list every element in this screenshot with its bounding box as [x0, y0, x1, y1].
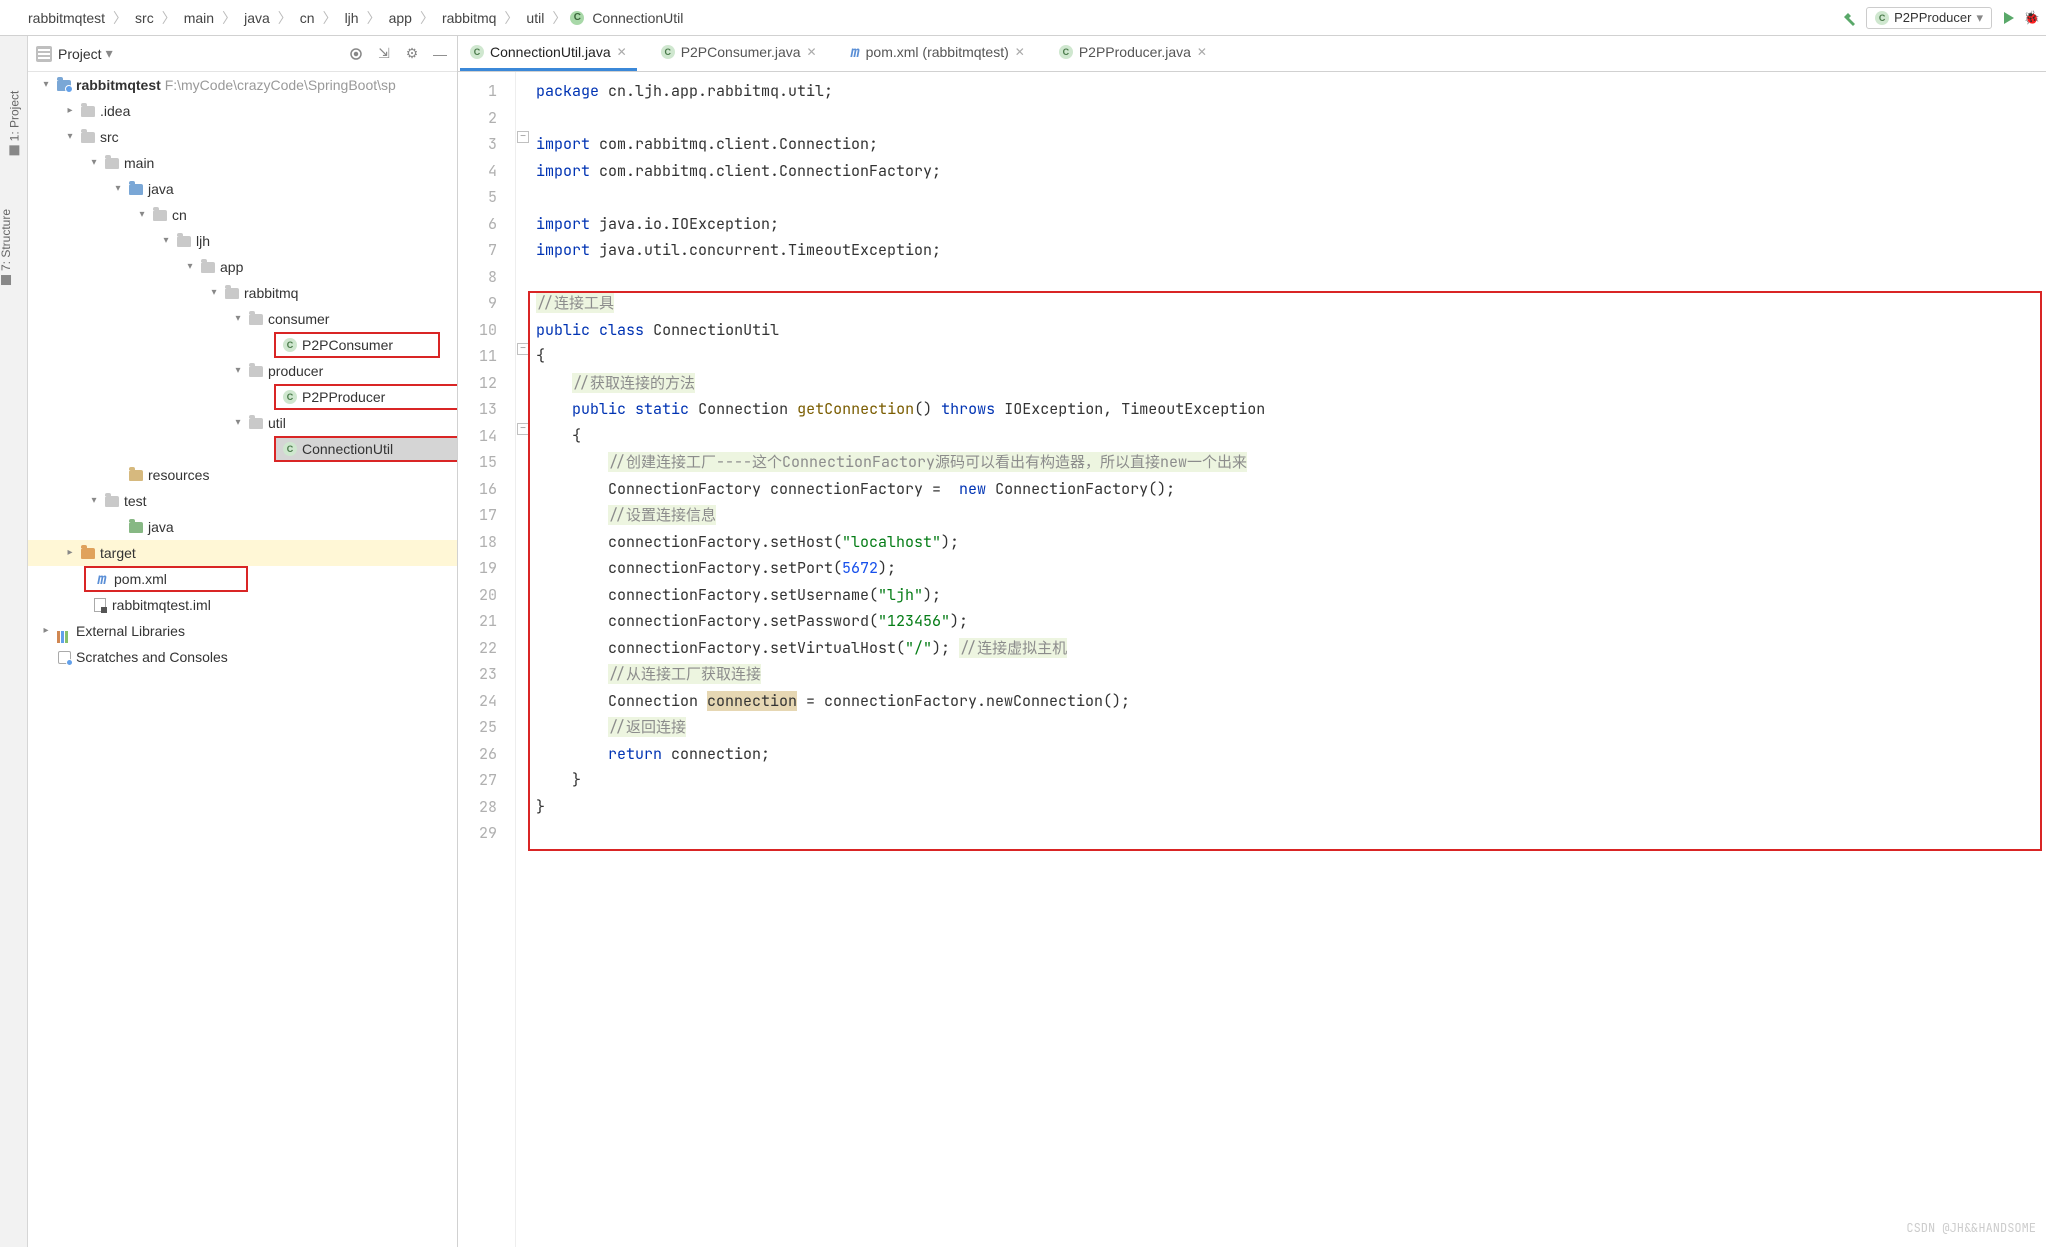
- class-icon: C: [470, 45, 484, 59]
- gear-icon[interactable]: ⚙: [403, 45, 421, 63]
- crumb-2[interactable]: main: [180, 8, 218, 28]
- crumb-1[interactable]: src: [131, 8, 158, 28]
- tab-p2pproducer[interactable]: C P2PProducer.java ✕: [1049, 36, 1217, 71]
- tree-java2[interactable]: java: [28, 514, 457, 540]
- tree-iml[interactable]: rabbitmqtest.iml: [28, 592, 457, 618]
- tree-producer[interactable]: ▾producer: [28, 358, 457, 384]
- editor-area: C ConnectionUtil.java ✕ C P2PConsumer.java ✕…: [458, 36, 2046, 1247]
- run-config-label: P2PProducer: [1894, 10, 1971, 25]
- line-gutter: 1234567891011121314151617181920212223242…: [458, 72, 516, 1247]
- fold-toggle[interactable]: −: [517, 131, 529, 143]
- tree-java[interactable]: ▾java: [28, 176, 457, 202]
- breadcrumb[interactable]: rabbitmqtest〉 src〉 main〉 java〉 cn〉 ljh〉 …: [6, 8, 1842, 28]
- tree-app[interactable]: ▾app: [28, 254, 457, 280]
- class-icon: C: [661, 45, 675, 59]
- close-icon[interactable]: ✕: [1015, 45, 1025, 59]
- tab-label: P2PProducer.java: [1079, 44, 1191, 60]
- tree-target[interactable]: ▸target: [28, 540, 457, 566]
- left-tool-strip: 1: Project 7: Structure: [0, 36, 28, 1247]
- tree-consumer[interactable]: ▾consumer: [28, 306, 457, 332]
- build-icon[interactable]: [1842, 10, 1858, 26]
- tree-root[interactable]: ▾rabbitmqtest F:\myCode\crazyCode\Spring…: [28, 72, 457, 98]
- sidebar-header: Project ▾ ⇲ ⚙ —: [28, 36, 457, 72]
- close-icon[interactable]: ✕: [1197, 45, 1207, 59]
- tree-src[interactable]: ▾src: [28, 124, 457, 150]
- maven-icon: m: [851, 43, 860, 61]
- class-icon: C: [1875, 11, 1889, 25]
- crumb-3[interactable]: java: [240, 8, 274, 28]
- close-icon[interactable]: ✕: [617, 45, 627, 59]
- project-sidebar: Project ▾ ⇲ ⚙ — ▾rabbitmqtest F:\myCode\…: [28, 36, 458, 1247]
- code-editor[interactable]: 1234567891011121314151617181920212223242…: [458, 72, 2046, 1247]
- tree-pom[interactable]: mpom.xml: [84, 566, 248, 592]
- code-content[interactable]: package cn.ljh.app.rabbitmq.util; import…: [530, 72, 2046, 1247]
- project-view-icon: [36, 46, 52, 62]
- minimize-icon[interactable]: —: [431, 45, 449, 63]
- crumb-7[interactable]: rabbitmq: [438, 8, 500, 28]
- tab-connectionutil[interactable]: C ConnectionUtil.java ✕: [460, 36, 637, 71]
- expand-all-icon[interactable]: ⇲: [375, 45, 393, 63]
- crumb-5[interactable]: ljh: [341, 8, 363, 28]
- fold-gutter[interactable]: − − −: [516, 72, 530, 1247]
- tab-label: P2PConsumer.java: [681, 44, 801, 60]
- tree-p2pconsumer[interactable]: CP2PConsumer: [274, 332, 440, 358]
- tree-resources[interactable]: resources: [28, 462, 457, 488]
- crumb-8[interactable]: util: [522, 8, 548, 28]
- fold-toggle[interactable]: −: [517, 343, 529, 355]
- tree-util[interactable]: ▾util: [28, 410, 457, 436]
- tree-main[interactable]: ▾main: [28, 150, 457, 176]
- tree-connectionutil[interactable]: CConnectionUtil: [274, 436, 457, 462]
- tree-idea[interactable]: ▸.idea: [28, 98, 457, 124]
- tree-extlib[interactable]: ▸External Libraries: [28, 618, 457, 644]
- crumb-4[interactable]: cn: [296, 8, 319, 28]
- tab-label: pom.xml (rabbitmqtest): [866, 44, 1009, 60]
- run-config-selector[interactable]: C P2PProducer ▾: [1866, 7, 1992, 29]
- tab-pom[interactable]: m pom.xml (rabbitmqtest) ✕: [841, 36, 1035, 71]
- tree-scratch[interactable]: Scratches and Consoles: [28, 644, 457, 670]
- tree-test[interactable]: ▾test: [28, 488, 457, 514]
- top-bar: rabbitmqtest〉 src〉 main〉 java〉 cn〉 ljh〉 …: [0, 0, 2046, 36]
- chevron-down-icon: ▾: [1976, 10, 1983, 26]
- tab-label: ConnectionUtil.java: [490, 44, 611, 60]
- tree-cn[interactable]: ▾cn: [28, 202, 457, 228]
- chevron-down-icon[interactable]: ▾: [106, 45, 113, 62]
- editor-tabs: C ConnectionUtil.java ✕ C P2PConsumer.java ✕…: [458, 36, 2046, 72]
- fold-toggle[interactable]: −: [517, 423, 529, 435]
- tree-ljh[interactable]: ▾ljh: [28, 228, 457, 254]
- tool-tab-structure[interactable]: 7: Structure: [0, 209, 13, 285]
- run-icon[interactable]: [2000, 10, 2016, 26]
- debug-icon[interactable]: 🐞: [2024, 10, 2040, 26]
- locate-icon[interactable]: [347, 45, 365, 63]
- crumb-6[interactable]: app: [385, 8, 416, 28]
- tree-p2pproducer[interactable]: CP2PProducer: [274, 384, 457, 410]
- watermark: CSDN @JH&&HANDSOME: [1906, 1215, 2036, 1242]
- class-icon: C: [570, 11, 584, 25]
- tool-tab-project[interactable]: 1: Project: [7, 91, 21, 156]
- tab-p2pconsumer[interactable]: C P2PConsumer.java ✕: [651, 36, 827, 71]
- class-icon: C: [1059, 45, 1073, 59]
- project-tree[interactable]: ▾rabbitmqtest F:\myCode\crazyCode\Spring…: [28, 72, 457, 1247]
- tree-rabbitmq[interactable]: ▾rabbitmq: [28, 280, 457, 306]
- crumb-0[interactable]: rabbitmqtest: [24, 8, 109, 28]
- sidebar-title[interactable]: Project: [58, 46, 102, 62]
- crumb-9[interactable]: ConnectionUtil: [588, 8, 687, 28]
- close-icon[interactable]: ✕: [807, 45, 817, 59]
